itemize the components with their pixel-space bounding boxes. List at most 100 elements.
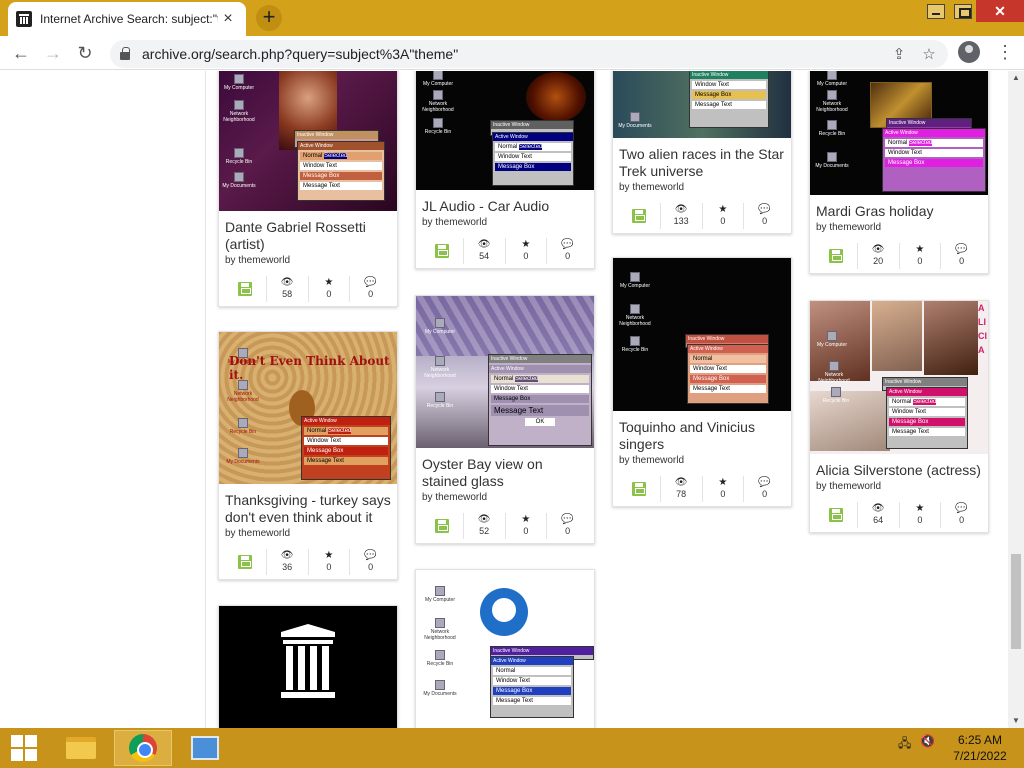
item-thumbnail[interactable]: My Computer Network Neighborhood Recycle… bbox=[219, 71, 397, 211]
new-tab-button[interactable]: + bbox=[256, 5, 282, 31]
share-icon[interactable]: ⇪ bbox=[888, 45, 910, 63]
views-stat: 👁 133 bbox=[659, 203, 702, 229]
favorites-stat: ★ 0 bbox=[898, 243, 941, 269]
result-card[interactable]: ALICIA My Computer Network Neighborhood … bbox=[809, 300, 989, 533]
left-divider bbox=[205, 71, 206, 728]
folder-icon bbox=[66, 737, 96, 759]
software-media-icon bbox=[632, 482, 647, 496]
media-type-stat[interactable] bbox=[619, 203, 660, 229]
result-card[interactable]: My Computer Network Neighborhood Recycle… bbox=[218, 71, 398, 307]
item-uploader[interactable]: by themeworld bbox=[613, 453, 791, 466]
clock-date: 7/21/2022 bbox=[953, 749, 1007, 763]
control-panel-button[interactable] bbox=[176, 730, 234, 766]
item-title[interactable]: Toquinho and Vinicius singers bbox=[613, 411, 791, 453]
star-icon: ★ bbox=[521, 514, 531, 525]
close-window-button[interactable]: ✕ bbox=[976, 0, 1024, 22]
page-scrollbar[interactable]: ▲ ▼ bbox=[1008, 71, 1024, 728]
software-media-icon bbox=[829, 249, 844, 263]
chrome-taskbar-button[interactable] bbox=[114, 730, 172, 766]
item-thumbnail[interactable]: My Computer Network Neighborhood Recycle… bbox=[416, 296, 594, 448]
media-type-stat[interactable] bbox=[225, 276, 266, 302]
media-type-stat[interactable] bbox=[816, 243, 857, 269]
result-card[interactable] bbox=[218, 605, 398, 728]
scroll-up-icon[interactable]: ▲ bbox=[1008, 71, 1024, 85]
maximize-button[interactable] bbox=[948, 0, 978, 22]
start-button[interactable] bbox=[0, 730, 48, 766]
item-uploader[interactable]: by themeworld bbox=[416, 490, 594, 503]
views-icon: 👁 bbox=[280, 277, 294, 288]
item-thumbnail[interactable]: Inactive Window Window Text Message Box … bbox=[613, 71, 791, 138]
forward-button[interactable]: → bbox=[40, 40, 66, 66]
star-icon: ★ bbox=[915, 244, 925, 255]
item-uploader[interactable]: by themeworld bbox=[219, 526, 397, 539]
taskbar-clock[interactable]: 6:25 AM 7/21/2022 bbox=[944, 732, 1016, 764]
item-uploader[interactable]: by themeworld bbox=[613, 180, 791, 193]
item-uploader[interactable]: by themeworld bbox=[810, 220, 988, 233]
network-tray-icon[interactable]: 🖧 bbox=[898, 734, 911, 755]
reviews-stat: 💬 0 bbox=[349, 276, 391, 302]
item-title[interactable]: JL Audio - Car Audio bbox=[416, 190, 594, 215]
item-title[interactable]: Thanksgiving - turkey says don't even th… bbox=[219, 484, 397, 526]
volume-muted-icon[interactable]: 🔇 bbox=[920, 734, 935, 748]
back-button[interactable]: ← bbox=[8, 40, 34, 66]
result-card[interactable]: My Computer Network Neighborhood Recycle… bbox=[415, 569, 595, 728]
views-stat: 👁 64 bbox=[856, 502, 899, 528]
item-title[interactable]: Mardi Gras holiday bbox=[810, 195, 988, 220]
item-thumbnail[interactable]: My Computer Network Neighborhood Recycle… bbox=[416, 570, 594, 728]
browser-toolbar: ← → ↻ archive.org/search.php?query=subje… bbox=[0, 36, 1024, 70]
media-type-stat[interactable] bbox=[422, 513, 463, 539]
result-card[interactable]: Inactive Window Window Text Message Box … bbox=[612, 71, 792, 234]
file-explorer-button[interactable] bbox=[52, 730, 110, 766]
item-stats: 👁 52 ★ 0 💬 0 bbox=[416, 509, 594, 543]
comment-icon: 💬 bbox=[955, 244, 968, 255]
item-title[interactable]: Alicia Silverstone (actress) bbox=[810, 454, 988, 479]
star-icon: ★ bbox=[718, 477, 728, 488]
item-thumbnail[interactable]: My Computer Network Neighborhood Recycle… bbox=[416, 71, 594, 190]
tab-close-button[interactable]: × bbox=[218, 10, 238, 28]
item-thumbnail[interactable]: Don't Even Think About it. My Computer N… bbox=[219, 332, 397, 484]
item-thumbnail[interactable]: My Computer Network Neighborhood Recycle… bbox=[613, 258, 791, 411]
views-stat: 👁 52 bbox=[462, 513, 505, 539]
scroll-down-icon[interactable]: ▼ bbox=[1008, 714, 1024, 728]
reload-button[interactable]: ↻ bbox=[72, 40, 98, 66]
result-card[interactable]: Don't Even Think About it. My Computer N… bbox=[218, 331, 398, 580]
reviews-stat: 💬 0 bbox=[546, 513, 588, 539]
tab-title: Internet Archive Search: subject:"theme" bbox=[40, 12, 218, 26]
profile-avatar[interactable] bbox=[958, 41, 980, 63]
item-uploader[interactable]: by themeworld bbox=[810, 479, 988, 492]
result-card[interactable]: My Computer Network Neighborhood Recycle… bbox=[415, 71, 595, 269]
favorites-stat: ★ 0 bbox=[504, 513, 547, 539]
reviews-stat: 💬 0 bbox=[940, 502, 982, 528]
item-title[interactable]: Two alien races in the Star Trek univers… bbox=[613, 138, 791, 180]
item-stats: 👁 20 ★ 0 💬 0 bbox=[810, 239, 988, 273]
item-uploader[interactable]: by themeworld bbox=[416, 215, 594, 228]
item-stats: 👁 54 ★ 0 💬 0 bbox=[416, 234, 594, 268]
item-thumbnail[interactable] bbox=[219, 606, 397, 728]
views-icon: 👁 bbox=[871, 503, 885, 514]
media-type-stat[interactable] bbox=[225, 549, 266, 575]
item-uploader[interactable]: by themeworld bbox=[219, 253, 397, 266]
minimize-button[interactable] bbox=[921, 0, 951, 22]
result-card[interactable]: My Computer Network Neighborhood Recycle… bbox=[809, 71, 989, 274]
address-bar[interactable]: archive.org/search.php?query=subject%3A"… bbox=[110, 40, 948, 68]
favorites-stat: ★ 0 bbox=[701, 203, 744, 229]
software-media-icon bbox=[435, 244, 450, 258]
item-title[interactable]: Dante Gabriel Rossetti (artist) bbox=[219, 211, 397, 253]
media-type-stat[interactable] bbox=[816, 502, 857, 528]
bookmark-star-icon[interactable]: ☆ bbox=[918, 45, 940, 63]
item-thumbnail[interactable]: ALICIA My Computer Network Neighborhood … bbox=[810, 301, 988, 454]
url-text[interactable]: archive.org/search.php?query=subject%3A"… bbox=[142, 46, 458, 62]
control-panel-icon bbox=[191, 736, 219, 760]
media-type-stat[interactable] bbox=[619, 476, 660, 502]
scrollbar-thumb[interactable] bbox=[1011, 554, 1021, 649]
media-type-stat[interactable] bbox=[422, 238, 463, 264]
result-card[interactable]: My Computer Network Neighborhood Recycle… bbox=[612, 257, 792, 507]
tab-archive-search[interactable]: Internet Archive Search: subject:"theme"… bbox=[8, 2, 246, 36]
item-title[interactable]: Oyster Bay view on stained glass bbox=[416, 448, 594, 490]
result-card[interactable]: My Computer Network Neighborhood Recycle… bbox=[415, 295, 595, 544]
reviews-stat: 💬 0 bbox=[743, 476, 785, 502]
chrome-menu-icon[interactable]: ⋮ bbox=[996, 42, 1014, 63]
comment-icon: 💬 bbox=[561, 514, 574, 525]
item-thumbnail[interactable]: My Computer Network Neighborhood Recycle… bbox=[810, 71, 988, 195]
archive-favicon-icon bbox=[16, 11, 32, 27]
